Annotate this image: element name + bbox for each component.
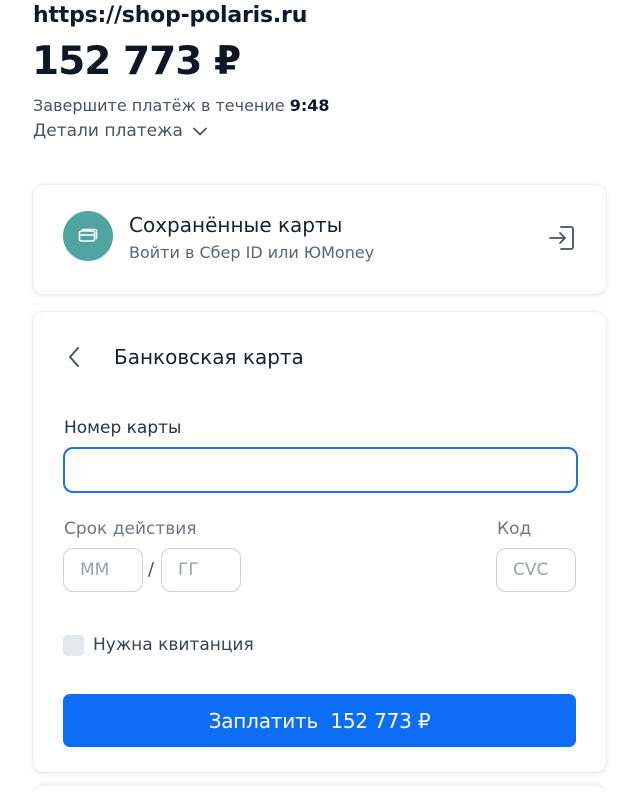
saved-cards-option[interactable]: Сохранённые карты Войти в Сбер ID или ЮM… [33, 185, 606, 294]
site-url: https://shop-polaris.ru [33, 3, 308, 28]
chevron-down-icon [192, 127, 207, 135]
card-number-input[interactable] [63, 447, 578, 493]
cvc-input[interactable]: CVC [496, 548, 576, 592]
expiry-month-input[interactable]: ММ [63, 548, 143, 592]
receipt-checkbox-label[interactable]: Нужна квитанция [93, 635, 254, 655]
saved-cards-subtitle: Войти в Сбер ID или ЮMoney [129, 243, 375, 262]
expiry-separator: / [148, 559, 155, 580]
payment-amount: 152 773 ₽ [32, 39, 241, 84]
payment-timer: Завершите платёж в течение 9:48 [33, 96, 330, 115]
receipt-checkbox[interactable] [63, 635, 84, 656]
timer-value: 9:48 [289, 96, 330, 115]
bank-card-form: Банковская карта Номер карты Срок действ… [33, 312, 606, 772]
saved-cards-avatar [63, 211, 113, 261]
card-number-label: Номер карты [64, 418, 182, 438]
bank-card-heading: Банковская карта [114, 345, 304, 369]
pay-button[interactable]: Заплатить 152 773 ₽ [63, 694, 576, 747]
next-payment-option[interactable] [33, 786, 606, 792]
expiry-year-input[interactable]: ГГ [161, 548, 241, 592]
payment-details-toggle[interactable]: Детали платежа [33, 121, 207, 141]
pay-button-label: Заплатить 152 773 ₽ [208, 708, 431, 733]
cvc-label: Код [497, 519, 532, 539]
timer-prefix: Завершите платёж в течение [33, 96, 290, 115]
login-arrow-icon [549, 226, 574, 250]
back-arrow-icon[interactable] [67, 346, 81, 368]
payment-details-label: Детали платежа [33, 121, 183, 141]
expiry-label: Срок действия [64, 519, 197, 539]
card-icon [78, 228, 98, 242]
saved-cards-title: Сохранённые карты [129, 213, 343, 237]
payment-page: https://shop-polaris.ru 152 773 ₽ Заверш… [0, 0, 626, 792]
